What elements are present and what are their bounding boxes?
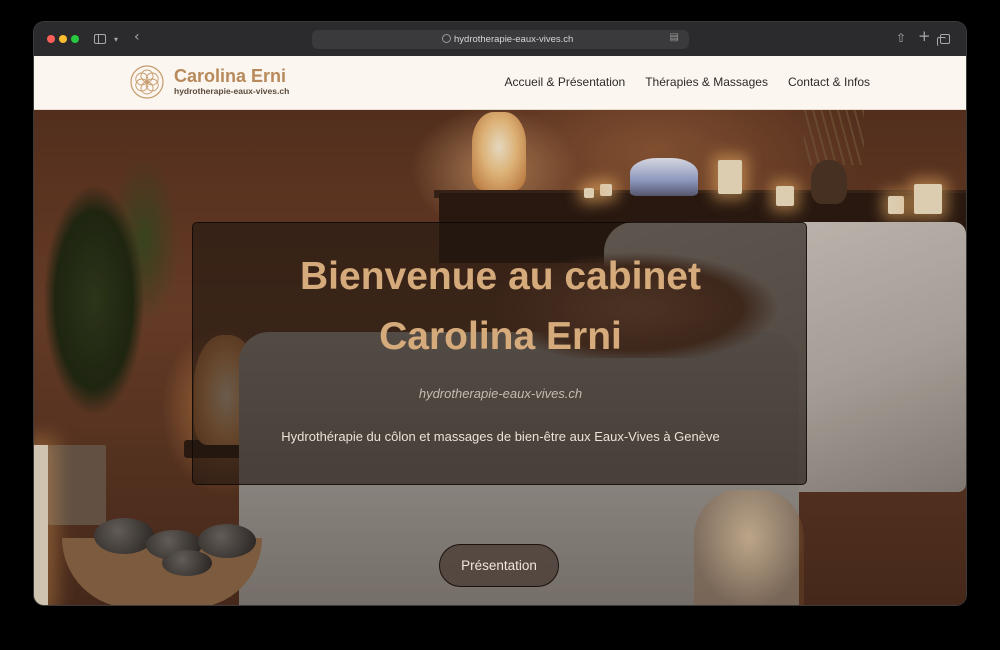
hero-title: Bienvenue au cabinet Carolina Erni [193,247,808,367]
flower-of-life-logo-icon[interactable] [130,65,164,99]
browser-window: ▾ ‹ hydrotherapie-eaux-vives.ch ▤ ⇧ + Ca… [34,22,966,605]
minimize-window-button[interactable] [59,35,67,43]
brand-name[interactable]: Carolina Erni [174,65,286,87]
main-navigation: Accueil & Présentation Thérapies & Massa… [504,74,870,90]
hero-subtitle: Hydrothérapie du côlon et massages de bi… [281,429,720,444]
nav-item-contact[interactable]: Contact & Infos [788,74,870,90]
hero-card: Bienvenue au cabinet Carolina Erni hydro… [192,222,807,485]
brand-domain: hydrotherapie-eaux-vives.ch [174,86,290,96]
hero-domain: hydrotherapie-eaux-vives.ch [418,386,583,401]
tab-overview-icon[interactable] [937,34,950,46]
address-bar[interactable]: hydrotherapie-eaux-vives.ch ▤ [312,30,689,49]
nav-item-accueil[interactable]: Accueil & Présentation [504,74,625,90]
chevron-down-icon[interactable]: ▾ [114,32,118,48]
hero-section: Bienvenue au cabinet Carolina Erni hydro… [34,110,966,605]
site-header: Carolina Erni hydrotherapie-eaux-vives.c… [34,56,966,110]
share-icon[interactable]: ⇧ [896,30,906,46]
hero-title-line-2: Carolina Erni [379,315,622,358]
url-text[interactable]: hydrotherapie-eaux-vives.ch [454,33,573,46]
zoom-window-button[interactable] [71,35,79,43]
sidebar-icon[interactable] [94,34,106,44]
nav-item-therapies[interactable]: Thérapies & Massages [645,74,768,90]
hero-title-line-1: Bienvenue au cabinet [300,255,701,298]
browser-toolbar: ▾ ‹ hydrotherapie-eaux-vives.ch ▤ ⇧ + [34,22,966,57]
presentation-button[interactable]: Présentation [439,544,559,587]
close-window-button[interactable] [47,35,55,43]
globe-icon [442,34,451,43]
new-tab-icon[interactable]: + [918,28,931,44]
reader-icon[interactable]: ▤ [670,32,679,43]
back-arrow-icon[interactable]: ‹ [134,29,140,45]
